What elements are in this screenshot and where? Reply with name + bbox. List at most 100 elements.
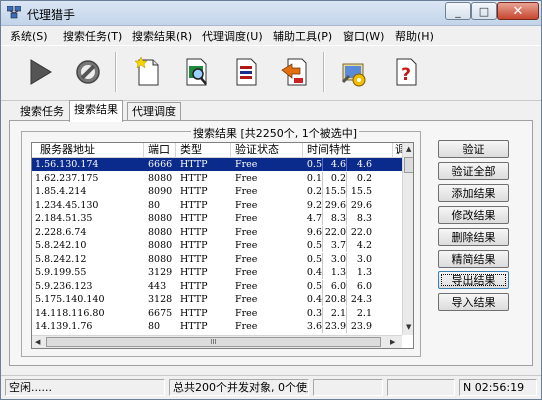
- cell-t1: 4.7: [306, 213, 322, 224]
- cell-addr: 5.175.140.140: [35, 294, 105, 305]
- cell-type: HTTP: [180, 240, 208, 251]
- export-button[interactable]: [275, 53, 313, 91]
- cell-addr: 14.139.1.76: [35, 321, 93, 332]
- column-header-address[interactable]: 服务器地址: [32, 143, 144, 157]
- add-result-button[interactable]: 添加结果: [438, 184, 509, 202]
- tools-button[interactable]: [335, 53, 373, 91]
- table-row[interactable]: 5.9.236.123 443 HTTP Free 0.5 6.0 6.0: [32, 279, 402, 293]
- simplify-result-button[interactable]: 精简结果: [438, 250, 509, 268]
- verify-button[interactable]: 验证: [438, 140, 509, 158]
- table-row[interactable]: 1.234.45.130 80 HTTP Free 9.2 29.6 29.6: [32, 198, 402, 212]
- cell-t1: 0.4: [306, 267, 322, 278]
- menu-search-results[interactable]: 搜索结果(R): [132, 28, 192, 44]
- scroll-right-icon[interactable]: ▶: [390, 338, 395, 346]
- column-header-timing[interactable]: 时间特性: [303, 143, 393, 157]
- menu-system[interactable]: 系统(S): [10, 28, 48, 44]
- vertical-scrollbar[interactable]: ▲ ▼: [402, 143, 413, 335]
- edit-result-button[interactable]: 修改结果: [438, 206, 509, 224]
- cell-divider: [322, 198, 323, 212]
- list-header: 服务器地址 端口 类型 验证状态 时间特性 调: [32, 143, 413, 158]
- help-button[interactable]: ?: [387, 53, 425, 91]
- menu-aux-tools[interactable]: 辅助工具(P): [273, 28, 332, 44]
- table-row[interactable]: 2.228.6.74 8080 HTTP Free 9.6 22.0 22.0: [32, 225, 402, 239]
- verify-all-button[interactable]: 验证全部: [438, 162, 509, 180]
- export-result-button[interactable]: 导出结果: [438, 271, 509, 289]
- results-list[interactable]: 服务器地址 端口 类型 验证状态 时间特性 调 1.56.130.174 6666…: [31, 142, 414, 349]
- column-header-port[interactable]: 端口: [144, 143, 176, 157]
- cell-status: Free: [235, 280, 258, 292]
- table-row[interactable]: 5.9.199.55 3129 HTTP Free 0.4 1.3 1.3: [32, 266, 402, 279]
- cell-addr: 5.8.242.10: [35, 240, 87, 251]
- start-button[interactable]: [21, 53, 59, 91]
- cell-divider: [346, 279, 347, 293]
- tab-search-results[interactable]: 搜索结果: [69, 100, 123, 122]
- cell-type: HTTP: [180, 186, 208, 197]
- cell-status: Free: [235, 240, 258, 251]
- cell-type: HTTP: [180, 213, 208, 224]
- cell-t3: 8.3: [356, 213, 372, 224]
- cell-addr: 5.8.242.12: [35, 253, 87, 265]
- report-button[interactable]: [227, 53, 265, 91]
- new-task-button[interactable]: [129, 53, 167, 91]
- table-row[interactable]: 1.56.130.174 6666 HTTP Free 0.5 4.6 4.6: [32, 158, 402, 171]
- cell-divider: [322, 266, 323, 279]
- vertical-scroll-thumb[interactable]: [404, 157, 413, 173]
- cell-t3: 2.1: [356, 307, 372, 319]
- table-row[interactable]: 5.8.242.10 8080 HTTP Free 0.5 3.7 4.2: [32, 239, 402, 252]
- menu-proxy-schedule[interactable]: 代理调度(U): [202, 28, 263, 44]
- cell-divider: [346, 320, 347, 333]
- cell-divider: [346, 239, 347, 252]
- tab-search-task[interactable]: 搜索任务: [15, 102, 69, 122]
- cell-addr: 1.234.45.130: [35, 199, 99, 211]
- table-row[interactable]: 14.139.1.76 80 HTTP Free 3.6 23.9 23.9: [32, 320, 402, 333]
- delete-result-button[interactable]: 删除结果: [438, 228, 509, 246]
- cell-status: Free: [235, 186, 258, 197]
- menu-search-task[interactable]: 搜索任务(T): [63, 28, 122, 44]
- table-row[interactable]: 1.62.237.175 8080 HTTP Free 0.1 0.2 0.2: [32, 171, 402, 185]
- maximize-icon: □: [478, 4, 490, 18]
- cell-status: Free: [235, 226, 258, 238]
- cell-addr: 2.228.6.74: [35, 226, 87, 238]
- cell-divider: [322, 158, 323, 171]
- scroll-down-icon[interactable]: ▼: [406, 323, 411, 331]
- scroll-up-icon[interactable]: ▲: [406, 145, 411, 153]
- column-header-status[interactable]: 验证状态: [231, 143, 303, 157]
- horizontal-scroll-thumb[interactable]: III: [46, 337, 381, 347]
- column-header-type[interactable]: 类型: [176, 143, 231, 157]
- cell-type: HTTP: [180, 226, 208, 238]
- svg-text:?: ?: [401, 65, 411, 85]
- cell-addr: 5.9.236.123: [35, 280, 93, 292]
- table-row[interactable]: 5.175.140.140 3128 HTTP Free 0.4 20.8 24.3: [32, 293, 402, 306]
- stop-button[interactable]: [69, 53, 107, 91]
- help-icon: ?: [396, 58, 417, 86]
- search-results-button[interactable]: [177, 53, 215, 91]
- title-bar: 代理猎手 _ □ ✕: [1, 1, 541, 26]
- cell-addr: 1.62.237.175: [35, 172, 99, 184]
- close-button[interactable]: ✕: [497, 2, 539, 20]
- cell-t1: 0.2: [306, 186, 322, 197]
- cell-divider: [322, 252, 323, 266]
- import-result-button[interactable]: 导入结果: [438, 293, 509, 311]
- cell-port: 443: [148, 280, 167, 292]
- cell-divider: [346, 185, 347, 198]
- scroll-left-icon[interactable]: ◀: [35, 338, 40, 346]
- table-row[interactable]: 1.85.4.214 8090 HTTP Free 0.2 15.5 15.5: [32, 185, 402, 198]
- menu-window[interactable]: 窗口(W): [343, 28, 384, 44]
- minimize-button[interactable]: _: [445, 2, 471, 20]
- cell-status: Free: [235, 253, 258, 265]
- maximize-button[interactable]: □: [471, 2, 497, 20]
- new-document-icon: [134, 56, 159, 86]
- toolbar: ?: [1, 45, 541, 101]
- menu-help[interactable]: 帮助(H): [395, 28, 434, 44]
- table-row[interactable]: 5.8.242.12 8080 HTTP Free 0.5 3.0 3.0: [32, 252, 402, 266]
- cell-divider: [346, 293, 347, 306]
- cell-t1: 0.5: [306, 253, 322, 265]
- table-row[interactable]: 2.184.51.35 8080 HTTP Free 4.7 8.3 8.3: [32, 212, 402, 225]
- stop-icon: [76, 60, 100, 84]
- minimize-icon: _: [455, 4, 461, 18]
- cell-port: 8090: [148, 186, 173, 197]
- tab-proxy-schedule[interactable]: 代理调度: [127, 102, 181, 122]
- table-row[interactable]: 14.118.116.80 6675 HTTP Free 0.3 2.1 2.1: [32, 306, 402, 320]
- horizontal-scrollbar[interactable]: ◀ III ▶: [32, 335, 402, 348]
- cell-t1: 0.3: [306, 307, 322, 319]
